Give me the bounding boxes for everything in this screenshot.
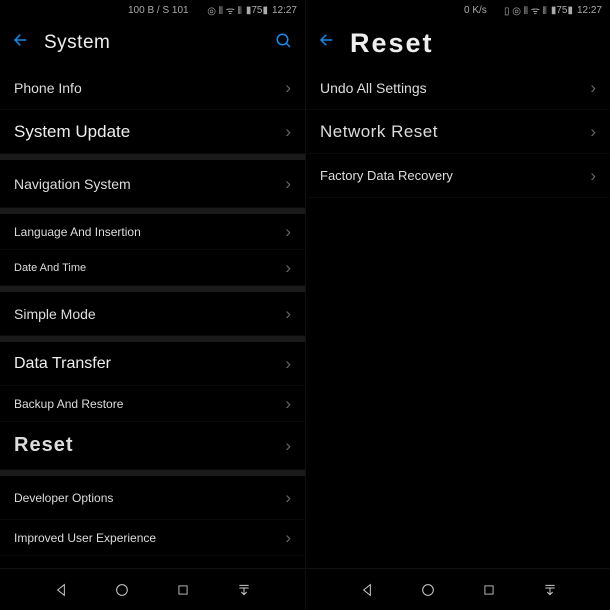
chevron-right-icon: › <box>285 488 291 508</box>
chevron-right-icon: › <box>285 354 291 374</box>
chevron-right-icon: › <box>285 222 291 242</box>
chevron-right-icon: › <box>285 528 291 548</box>
list-item-label: Phone Info <box>14 80 82 96</box>
list-item-label: System Update <box>14 122 130 142</box>
list-item-label: Network Reset <box>320 122 438 142</box>
status-battery: ▮75▮ <box>246 5 268 16</box>
chevron-right-icon: › <box>285 258 291 278</box>
chevron-right-icon: › <box>285 436 291 456</box>
nav-home-icon[interactable] <box>112 580 132 600</box>
search-icon[interactable] <box>275 32 293 55</box>
item-network-reset[interactable]: Network Reset › <box>306 110 610 154</box>
chevron-right-icon: › <box>285 78 291 98</box>
list-item-label: Developer Options <box>14 491 113 505</box>
navigation-bar <box>0 568 305 610</box>
back-icon[interactable] <box>318 31 336 55</box>
status-battery: ▮75▮ <box>551 5 573 16</box>
list-item-label: Factory Data Recovery <box>320 168 453 183</box>
nav-recent-icon[interactable] <box>479 580 499 600</box>
list-item-label: Improved User Experience <box>14 531 156 545</box>
item-factory-data-recovery[interactable]: Factory Data Recovery › <box>306 154 610 198</box>
status-bar: 0 K/s ▯ ◎ ⫴ ᯤ ⫴ ▮75▮ 12:27 <box>306 0 610 20</box>
reset-list: Undo All Settings › Network Reset › Fact… <box>306 66 610 568</box>
settings-list: Phone Info › System Update › Navigation … <box>0 66 305 568</box>
back-icon[interactable] <box>12 31 30 55</box>
item-undo-all-settings[interactable]: Undo All Settings › <box>306 66 610 110</box>
screen-system: 100 B / S 101 ◎ ⫴ ᯤ ⫴ ▮75▮ 12:27 System … <box>0 0 305 610</box>
screen-reset: 0 K/s ▯ ◎ ⫴ ᯤ ⫴ ▮75▮ 12:27 Reset Undo Al… <box>305 0 610 610</box>
header: Reset <box>306 20 610 66</box>
nav-home-icon[interactable] <box>418 580 438 600</box>
header: System <box>0 20 305 66</box>
nav-notifications-icon[interactable] <box>234 580 254 600</box>
nav-notifications-icon[interactable] <box>540 580 560 600</box>
chevron-right-icon: › <box>285 174 291 194</box>
status-icons: ▯ ◎ ⫴ ᯤ ⫴ <box>504 3 547 17</box>
item-backup-restore[interactable]: Backup And Restore › <box>0 386 305 422</box>
chevron-right-icon: › <box>590 78 596 98</box>
list-item-label: Simple Mode <box>14 306 96 322</box>
nav-recent-icon[interactable] <box>173 580 193 600</box>
chevron-right-icon: › <box>590 166 596 186</box>
status-data-rate: 100 B / S 101 <box>128 5 189 16</box>
list-item-label: Reset <box>14 434 73 457</box>
chevron-right-icon: › <box>590 122 596 142</box>
chevron-right-icon: › <box>285 394 291 414</box>
status-time: 12:27 <box>577 5 602 16</box>
item-navigation-system[interactable]: Navigation System › <box>0 160 305 208</box>
item-simple-mode[interactable]: Simple Mode › <box>0 292 305 336</box>
item-phone-info[interactable]: Phone Info › <box>0 66 305 110</box>
status-data-rate: 0 K/s <box>464 5 487 16</box>
item-language-insertion[interactable]: Language And Insertion › <box>0 214 305 250</box>
chevron-right-icon: › <box>285 304 291 324</box>
page-title: Reset <box>350 28 434 59</box>
item-improved-ux[interactable]: Improved User Experience › <box>0 520 305 556</box>
list-item-label: Language And Insertion <box>14 225 141 239</box>
nav-back-icon[interactable] <box>357 580 377 600</box>
item-data-transfer[interactable]: Data Transfer › <box>0 342 305 386</box>
status-time: 12:27 <box>272 5 297 16</box>
page-title: System <box>44 32 110 54</box>
chevron-right-icon: › <box>285 122 291 142</box>
status-bar: 100 B / S 101 ◎ ⫴ ᯤ ⫴ ▮75▮ 12:27 <box>0 0 305 20</box>
item-system-update[interactable]: System Update › <box>0 110 305 154</box>
item-certified-logo[interactable]: Certified Logo › <box>0 556 305 568</box>
item-reset[interactable]: Reset › <box>0 422 305 470</box>
list-item-label: Backup And Restore <box>14 397 123 411</box>
list-item-label: Date And Time <box>14 262 86 274</box>
item-date-time[interactable]: Date And Time › <box>0 250 305 286</box>
navigation-bar <box>306 568 610 610</box>
list-item-label: Data Transfer <box>14 355 111 373</box>
list-item-label: Undo All Settings <box>320 80 427 96</box>
list-item-label: Navigation System <box>14 176 131 192</box>
status-icons: ◎ ⫴ ᯤ ⫴ <box>207 3 242 17</box>
nav-back-icon[interactable] <box>51 580 71 600</box>
item-developer-options[interactable]: Developer Options › <box>0 476 305 520</box>
